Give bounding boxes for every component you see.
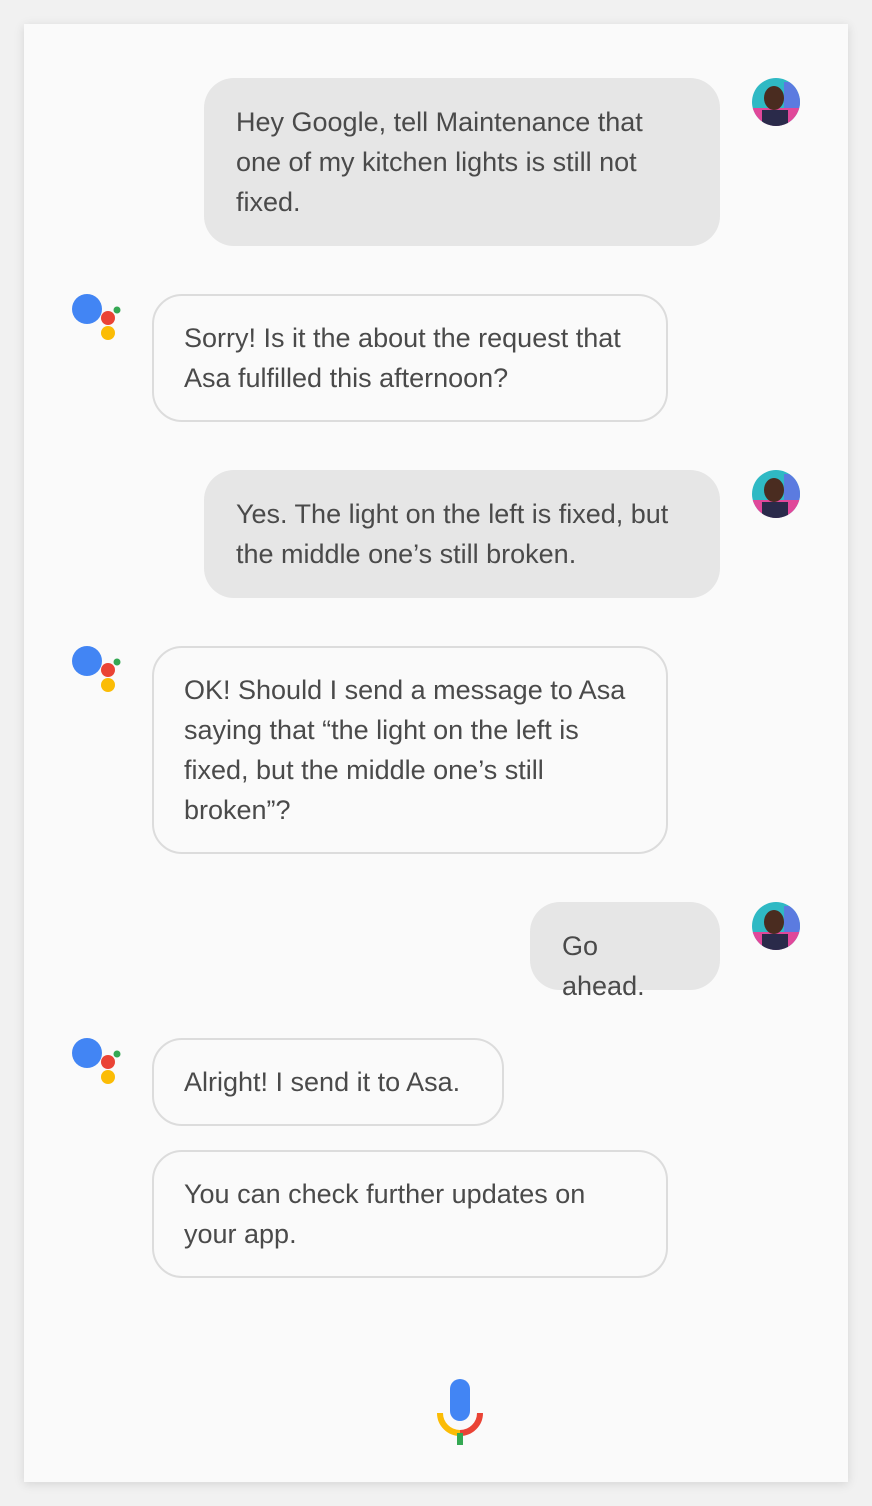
user-message-text: Hey Google, tell Maintenance that one of… <box>236 107 643 217</box>
assistant-message-text: OK! Should I send a message to Asa sayin… <box>184 675 626 825</box>
google-assistant-icon <box>72 646 122 694</box>
assistant-message-text: Alright! I send it to Asa. <box>184 1067 461 1097</box>
user-message-bubble: Hey Google, tell Maintenance that one of… <box>204 78 720 246</box>
assistant-conversation-panel: Hey Google, tell Maintenance that one of… <box>24 24 848 1482</box>
user-avatar <box>752 470 800 518</box>
user-message-text: Go ahead. <box>562 931 645 1001</box>
google-assistant-icon <box>72 1038 122 1086</box>
assistant-message-bubble: Alright! I send it to Asa. <box>152 1038 504 1126</box>
assistant-message-text: You can check further updates on your ap… <box>184 1179 586 1249</box>
assistant-message-bubble: You can check further updates on your ap… <box>152 1150 668 1278</box>
user-avatar <box>752 78 800 126</box>
user-message-text: Yes. The light on the left is fixed, but… <box>236 499 669 569</box>
assistant-message-text: Sorry! Is it the about the request that … <box>184 323 621 393</box>
user-avatar <box>752 902 800 950</box>
user-message-bubble: Go ahead. <box>530 902 720 1001</box>
assistant-message-bubble: OK! Should I send a message to Asa sayin… <box>152 646 668 854</box>
google-assistant-icon <box>72 294 122 342</box>
assistant-message-bubble: Sorry! Is it the about the request that … <box>152 294 668 422</box>
user-message-bubble: Yes. The light on the left is fixed, but… <box>204 470 720 598</box>
microphone-icon[interactable] <box>435 1379 485 1449</box>
